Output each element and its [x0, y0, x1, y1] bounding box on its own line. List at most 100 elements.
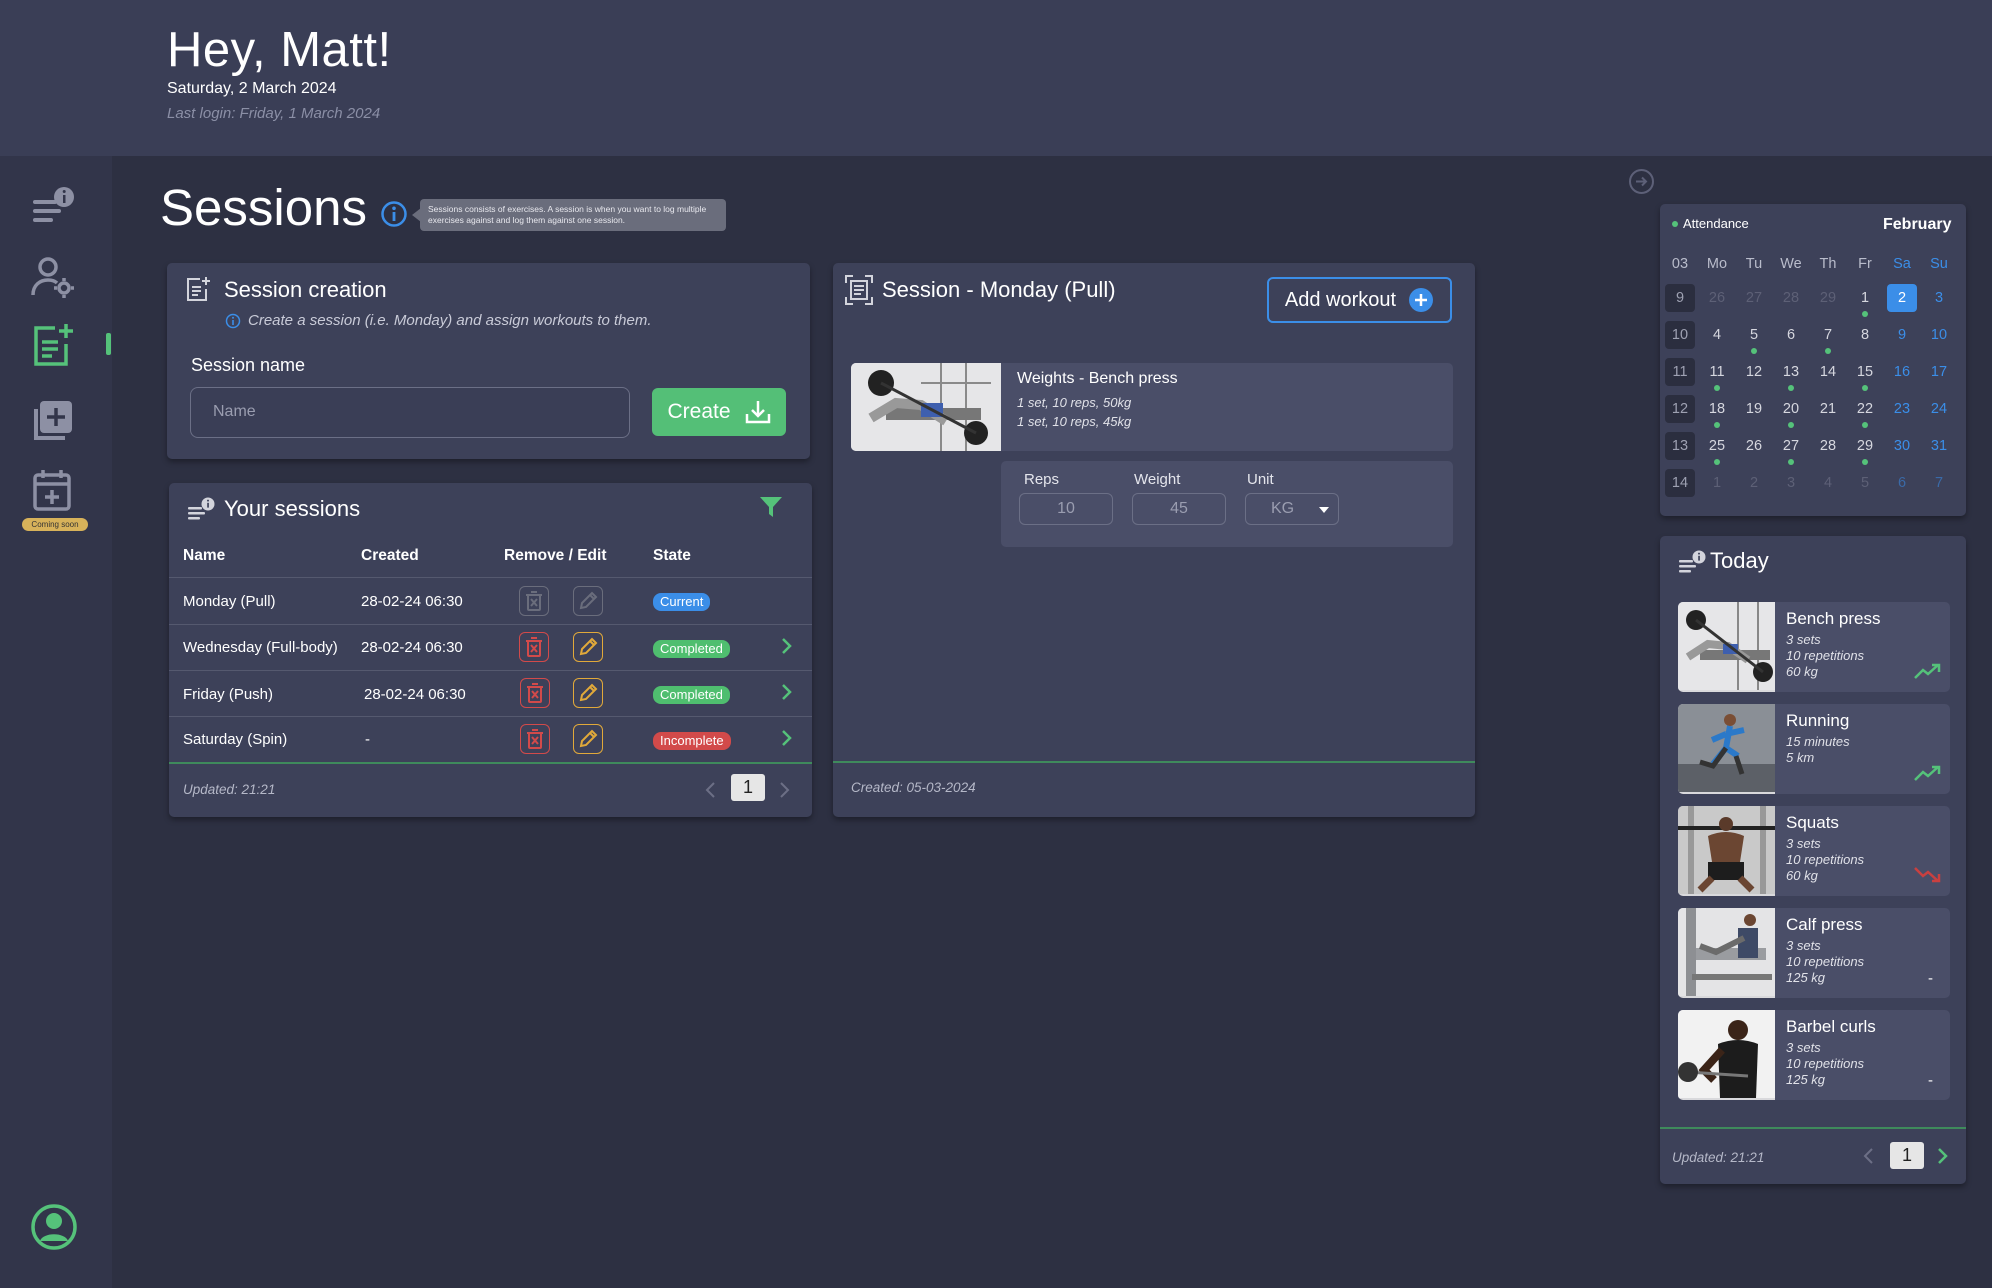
- today-card[interactable]: Calf press 3 sets 10 repetitions 125 kg -: [1678, 908, 1950, 998]
- delete-button[interactable]: [520, 678, 550, 708]
- today-panel: Today Bench press 3 sets 10 repetitions 60 …: [1660, 536, 1966, 1184]
- calendar-day[interactable]: 29: [1813, 284, 1843, 312]
- trash-icon: [526, 637, 542, 657]
- calendar-day[interactable]: 7: [1813, 321, 1843, 349]
- next-page-icon[interactable]: [779, 781, 791, 804]
- page-title: Sessions: [160, 179, 367, 236]
- delete-button[interactable]: [519, 586, 549, 616]
- calendar-day[interactable]: 28: [1776, 284, 1806, 312]
- your-sessions-panel: Your sessions Name Created Remove / Edit…: [169, 483, 812, 817]
- calendar-day[interactable]: 8: [1850, 321, 1880, 349]
- calendar-day[interactable]: 1: [1850, 284, 1880, 312]
- user-gear-icon[interactable]: [28, 252, 78, 302]
- calendar-day[interactable]: 7: [1924, 469, 1954, 497]
- table-row[interactable]: Monday (Pull) 28-02-24 06:30 Current: [169, 578, 812, 624]
- attendance-dot: [1825, 348, 1831, 354]
- calendar-day[interactable]: 27: [1739, 284, 1769, 312]
- session-creation-title: Session creation: [224, 277, 387, 302]
- calendar-day[interactable]: 24: [1924, 395, 1954, 423]
- calendar-day[interactable]: 3: [1924, 284, 1954, 312]
- delete-button[interactable]: [519, 632, 549, 662]
- calendar-day[interactable]: 6: [1776, 321, 1806, 349]
- calendar-day[interactable]: 12: [1739, 358, 1769, 386]
- calendar-day[interactable]: 31: [1924, 432, 1954, 460]
- copy-plus-icon[interactable]: [28, 396, 78, 446]
- edit-button[interactable]: [573, 724, 603, 754]
- attendance-dot: [1788, 422, 1794, 428]
- calendar-day[interactable]: 26: [1702, 284, 1732, 312]
- trend-down-icon: [1914, 866, 1942, 889]
- collapse-arrow-icon[interactable]: [1628, 168, 1655, 200]
- filter-icon[interactable]: [759, 495, 783, 524]
- prev-page-icon[interactable]: [704, 781, 716, 804]
- next-page-icon[interactable]: [1937, 1147, 1949, 1170]
- calendar-day[interactable]: 29: [1850, 432, 1880, 460]
- chevron-right-icon[interactable]: [781, 683, 793, 706]
- page-number[interactable]: 1: [731, 774, 765, 801]
- calendar-day[interactable]: 11: [1702, 358, 1732, 386]
- calendar-day[interactable]: 28: [1813, 432, 1843, 460]
- calendar-day[interactable]: 22: [1850, 395, 1880, 423]
- page-number[interactable]: 1: [1890, 1142, 1924, 1169]
- calendar-day[interactable]: 19: [1739, 395, 1769, 423]
- exercise-detail: 10 repetitions: [1786, 954, 1865, 969]
- add-workout-button[interactable]: Add workout: [1267, 277, 1452, 323]
- calendar-day[interactable]: 15: [1850, 358, 1880, 386]
- updated-time: Updated: 21:21: [1672, 1150, 1765, 1165]
- calendar-day[interactable]: 3: [1776, 469, 1806, 497]
- calendar-day[interactable]: 17: [1924, 358, 1954, 386]
- calendar-day[interactable]: 30: [1887, 432, 1917, 460]
- chevron-right-icon[interactable]: [781, 637, 793, 660]
- calendar-day[interactable]: 14: [1813, 358, 1843, 386]
- table-row[interactable]: Wednesday (Full-body) 28-02-24 06:30 Com…: [169, 625, 812, 670]
- calendar-day[interactable]: 5: [1850, 469, 1880, 497]
- calendar-day[interactable]: 23: [1887, 395, 1917, 423]
- calendar-day-selected[interactable]: 2: [1887, 284, 1917, 312]
- delete-button[interactable]: [520, 724, 550, 754]
- table-row[interactable]: Saturday (Spin) - Incomplete: [169, 717, 812, 762]
- calendar-day[interactable]: 10: [1924, 321, 1954, 349]
- edit-button[interactable]: [573, 586, 603, 616]
- user-circle-icon[interactable]: [29, 1202, 79, 1252]
- table-row[interactable]: Friday (Push) 28-02-24 06:30 Completed: [169, 671, 812, 716]
- exercise-detail: 3 sets: [1786, 836, 1821, 851]
- calendar-day[interactable]: 2: [1739, 469, 1769, 497]
- calendar-day[interactable]: 26: [1739, 432, 1769, 460]
- calendar-day[interactable]: 27: [1776, 432, 1806, 460]
- calendar-day[interactable]: 16: [1887, 358, 1917, 386]
- reps-input[interactable]: 10: [1019, 493, 1113, 525]
- exercise-detail: 5 km: [1786, 750, 1815, 765]
- list-info-icon[interactable]: [28, 180, 78, 230]
- calendar-day[interactable]: 25: [1702, 432, 1732, 460]
- calendar-day[interactable]: 21: [1813, 395, 1843, 423]
- pencil-icon: [579, 729, 598, 748]
- calendar-day[interactable]: 13: [1776, 358, 1806, 386]
- session-name: Friday (Push): [183, 686, 274, 703]
- create-button[interactable]: Create: [652, 388, 786, 436]
- calendar-plus-icon[interactable]: [28, 466, 78, 516]
- today-card[interactable]: Squats 3 sets 10 repetitions 60 kg: [1678, 806, 1950, 896]
- calendar-day[interactable]: 6: [1887, 469, 1917, 497]
- attendance-dot: [1788, 459, 1794, 465]
- calendar-day[interactable]: 9: [1887, 321, 1917, 349]
- workout-card[interactable]: Weights - Bench press 1 set, 10 reps, 50…: [851, 363, 1453, 451]
- edit-button[interactable]: [573, 678, 603, 708]
- info-icon[interactable]: [380, 200, 408, 233]
- calendar-day[interactable]: 20: [1776, 395, 1806, 423]
- note-plus-icon[interactable]: [28, 320, 78, 370]
- edit-button[interactable]: [573, 632, 603, 662]
- calendar-day[interactable]: 4: [1702, 321, 1732, 349]
- prev-page-icon[interactable]: [1862, 1147, 1874, 1170]
- today-card[interactable]: Barbel curls 3 sets 10 repetitions 125 kg -: [1678, 1010, 1950, 1100]
- calendar-day[interactable]: 4: [1813, 469, 1843, 497]
- calendar-day[interactable]: 5: [1739, 321, 1769, 349]
- weight-input[interactable]: 45: [1132, 493, 1226, 525]
- calendar-day[interactable]: 1: [1702, 469, 1732, 497]
- calendar-header-sa: Sa: [1893, 256, 1911, 272]
- calendar-day[interactable]: 18: [1702, 395, 1732, 423]
- today-card[interactable]: Bench press 3 sets 10 repetitions 60 kg: [1678, 602, 1950, 692]
- unit-select[interactable]: KG: [1245, 493, 1339, 525]
- chevron-right-icon[interactable]: [781, 729, 793, 752]
- today-card[interactable]: Running 15 minutes 5 km: [1678, 704, 1950, 794]
- session-name-input[interactable]: Name: [190, 387, 630, 438]
